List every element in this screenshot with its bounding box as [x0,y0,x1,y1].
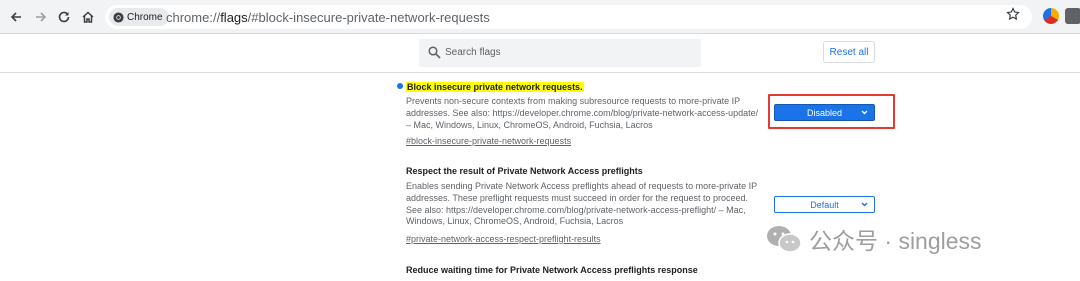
annotation-highlight-box [768,94,895,129]
flag-anchor-link[interactable]: #block-insecure-private-network-requests [406,136,571,146]
url-scheme: chrome:// [166,10,221,25]
url-text[interactable]: chrome://flags/#block-insecure-private-n… [166,10,490,25]
reset-all-button[interactable]: Reset all [823,41,875,63]
flag-title: Respect the result of Private Network Ac… [406,166,643,176]
site-chip[interactable]: Chrome [109,8,169,26]
flag-description: Enables sending Private Network Access p… [406,181,758,227]
wechat-icon [767,226,802,253]
url-path: /#block-insecure-private-network-request… [247,10,490,25]
watermark: 公众号 · singless [765,222,982,256]
watermark-text: 公众号 · singless [809,228,982,254]
profile-icon[interactable] [1065,8,1080,24]
flag-description: Prevents non-secure contexts from making… [406,96,759,130]
flag-title: Block insecure private network requests. [406,82,584,92]
url-host: flags [220,10,248,25]
flag-anchor-link[interactable]: #private-network-access-respect-prefligh… [406,234,601,244]
omnibox[interactable]: Chrome chrome://flags/#block-insecure-pr… [105,5,1032,29]
forward-icon[interactable] [31,7,51,27]
flag-state-select[interactable]: Default [774,196,875,213]
search-flags-input[interactable]: Search flags [419,39,701,67]
chrome-logo-icon [113,11,124,23]
select-value: Default [810,199,839,210]
modified-indicator [397,83,403,89]
home-icon[interactable] [78,7,98,27]
flag-title: Reduce waiting time for Private Network … [406,265,698,275]
search-icon [428,46,441,59]
site-chip-label: Chrome [127,11,163,23]
search-placeholder: Search flags [445,47,501,58]
header-divider [0,72,1080,73]
back-icon[interactable] [6,7,26,27]
browser-toolbar: Chrome chrome://flags/#block-insecure-pr… [0,0,1080,34]
chevron-down-icon [861,202,868,207]
reload-icon[interactable] [54,7,74,27]
extension-icon[interactable] [1043,8,1059,24]
star-icon[interactable] [1006,7,1020,26]
